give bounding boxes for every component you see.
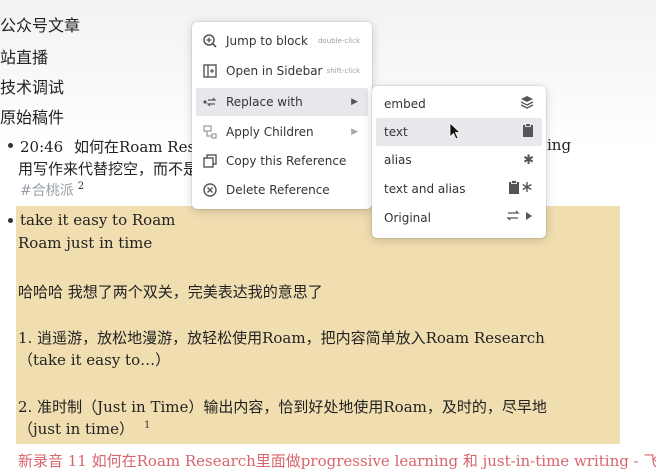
reference-count[interactable]: 1	[144, 420, 150, 431]
submenu-item-original[interactable]: Original	[376, 204, 542, 232]
mouse-cursor-icon	[449, 122, 461, 140]
reference-count[interactable]: 2	[78, 181, 84, 192]
block-time: 20:46	[20, 138, 64, 156]
submenu-item-embed[interactable]: embed	[376, 90, 542, 118]
apply-children-icon	[200, 122, 220, 142]
recording-title[interactable]: 新录音 11 如何在Roam Research里面做progressive le…	[18, 450, 656, 471]
menu-item-label: Replace with	[226, 95, 303, 109]
block-text-line2: 用写作来代替挖空，而不是	[18, 160, 199, 178]
submenu-arrow-icon: ▶	[351, 97, 358, 107]
submenu-item-label: Original	[384, 211, 431, 225]
menu-item-apply-children[interactable]: Apply Children ▶	[196, 118, 368, 146]
highlight-line: 1. 逍遥游，放松地漫游，放轻松使用Roam，把内容简单放入Roam Resea…	[18, 329, 545, 347]
highlight-line: 哈哈哈 我想了两个双关，完美表达我的意思了	[18, 283, 323, 301]
block-tag-line: #合桃派 2	[20, 180, 84, 200]
sidebar-icon	[200, 61, 220, 81]
page-link-item[interactable]: 原始稿件	[0, 104, 64, 128]
swap-arrow-icon	[506, 209, 534, 227]
replace-icon	[200, 92, 220, 112]
submenu-item-label: embed	[384, 97, 426, 111]
menu-item-label: Copy this Reference	[226, 154, 347, 168]
page-link-item[interactable]: 技术调试	[0, 74, 64, 98]
clipboard-asterisk-icon	[508, 180, 534, 198]
menu-item-copy-reference[interactable]: Copy this Reference	[196, 147, 368, 175]
menu-item-replace-with[interactable]: Replace with ▶	[196, 88, 368, 116]
block-bullet[interactable]	[8, 218, 13, 223]
menu-item-jump-to-block[interactable]: Jump to block double-click	[196, 27, 368, 55]
menu-item-label: Apply Children	[226, 125, 314, 139]
submenu-item-label: alias	[384, 153, 412, 167]
replace-with-submenu: embed text alias ✱ text and alias Origin…	[372, 86, 546, 238]
submenu-item-label: text and alias	[384, 182, 466, 196]
highlight-line: take it easy to Roam	[20, 211, 176, 229]
tag-link[interactable]: #合桃派	[20, 183, 74, 199]
highlight-line: （just in time）	[18, 420, 134, 438]
shortcut-hint: double-click	[317, 37, 360, 45]
asterisk-icon: ✱	[523, 152, 534, 168]
copy-icon	[200, 151, 220, 171]
block-bullet[interactable]	[8, 143, 13, 148]
submenu-item-text-and-alias[interactable]: text and alias	[376, 175, 542, 203]
menu-item-open-in-sidebar[interactable]: Open in Sidebar shift-click	[196, 57, 368, 85]
submenu-arrow-icon: ▶	[351, 127, 358, 137]
context-menu: Jump to block double-click Open in Sideb…	[192, 22, 372, 209]
menu-item-label: Delete Reference	[226, 183, 330, 197]
page-link-item[interactable]: 站直播	[0, 44, 48, 68]
submenu-item-alias[interactable]: alias ✱	[376, 146, 542, 174]
menu-item-label: Jump to block	[226, 34, 308, 48]
zoom-in-icon	[200, 31, 220, 51]
highlight-line: （take it easy to…）	[18, 351, 171, 369]
block-title-tail: ing	[547, 136, 572, 154]
shortcut-hint: shift-click	[326, 67, 360, 75]
menu-item-label: Open in Sidebar	[226, 64, 323, 78]
menu-item-delete-reference[interactable]: Delete Reference	[196, 176, 368, 204]
clipboard-icon	[522, 123, 534, 141]
delete-icon	[200, 180, 220, 200]
page-link-item[interactable]: 公众号文章	[0, 12, 80, 36]
stack-icon	[520, 95, 534, 113]
highlight-line-last: （just in time） 1	[18, 418, 150, 439]
highlight-line: 2. 准时制（Just in Time）输出内容，恰到好处地使用Roam，及时的…	[18, 398, 547, 416]
highlight-line: Roam just in time	[18, 234, 153, 252]
submenu-item-label: text	[384, 125, 408, 139]
block-text[interactable]: 20:46 如何在Roam Resea	[20, 136, 213, 157]
